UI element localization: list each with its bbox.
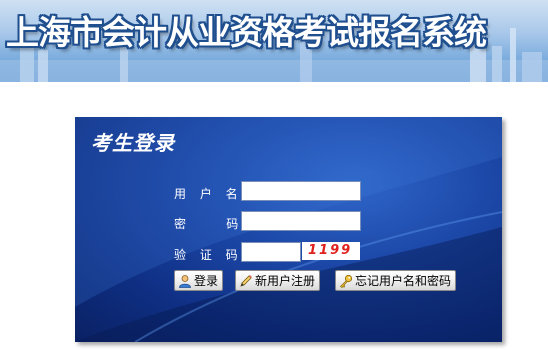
captcha-input[interactable]	[241, 242, 301, 262]
password-label: 密 码：	[174, 217, 261, 231]
username-input[interactable]	[241, 181, 361, 201]
login-panel: 考生登录 用 户 名： 密 码： 验 证 码： 1199 登录 新用户注册 忘记…	[75, 117, 502, 342]
header-banner: 上海市会计从业资格考试报名系统	[0, 0, 548, 82]
system-title: 上海市会计从业资格考试报名系统	[6, 13, 487, 52]
forgot-button[interactable]: 忘记用户名和密码	[335, 270, 457, 291]
login-title: 考生登录	[91, 131, 175, 155]
password-input[interactable]	[241, 211, 361, 231]
captcha-label: 验 证 码：	[174, 248, 260, 262]
login-button[interactable]: 登录	[174, 270, 224, 291]
user-icon	[178, 274, 192, 288]
register-button-label: 新用户注册	[255, 274, 316, 288]
login-button-label: 登录	[194, 274, 219, 288]
username-label: 用 户 名：	[174, 187, 260, 201]
pencil-icon	[239, 274, 253, 288]
captcha-image[interactable]: 1199	[302, 242, 360, 260]
forgot-button-label: 忘记用户名和密码	[355, 274, 452, 288]
register-button[interactable]: 新用户注册	[235, 270, 321, 291]
key-icon	[339, 274, 353, 288]
